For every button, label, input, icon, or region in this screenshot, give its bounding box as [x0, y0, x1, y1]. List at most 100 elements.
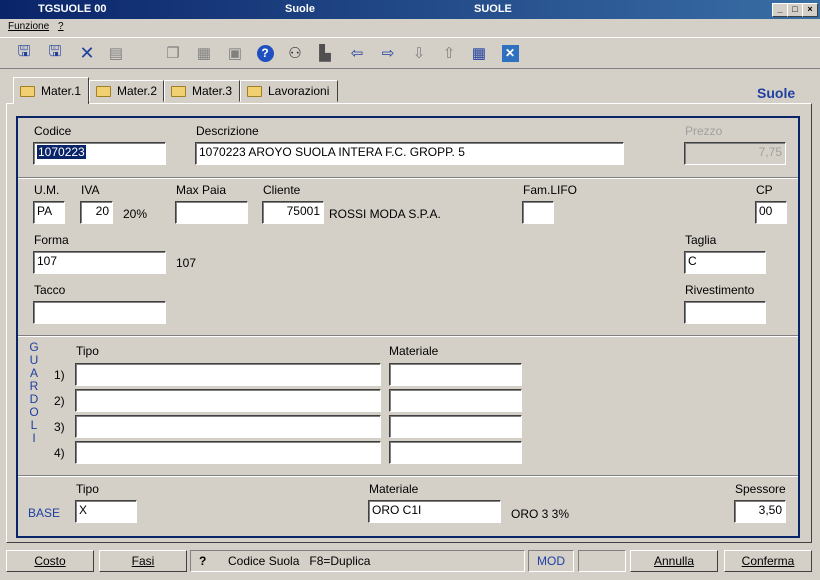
max-paia-label: Max Paia — [176, 183, 227, 197]
guardoli-row-number: 3) — [54, 420, 65, 434]
app-id: TGSUOLE 00 — [38, 3, 107, 15]
guardoli-tipo-field-4[interactable] — [75, 441, 381, 464]
tab-mater-1[interactable]: Mater.1 — [13, 77, 89, 104]
maximize-button[interactable]: □ — [787, 3, 803, 17]
guardoli-tipo-field-2[interactable] — [75, 389, 381, 412]
status-empty-box — [578, 550, 626, 572]
iva-field[interactable]: 20 — [80, 201, 113, 224]
max-paia-field[interactable] — [175, 201, 248, 224]
save-icon[interactable]: 🖫 — [13, 42, 35, 64]
taglia-field[interactable]: C — [684, 251, 766, 274]
guardoli-materiale-header: Materiale — [389, 344, 439, 358]
divider — [18, 475, 798, 477]
tab-mater-2[interactable]: Mater.2 — [89, 80, 164, 102]
tacco-field[interactable] — [33, 301, 166, 324]
guardoli-letter: I — [32, 431, 36, 445]
menu-bar: Funzione ? — [0, 19, 820, 35]
close-window-button[interactable]: × — [802, 3, 818, 17]
guardoli-row-number: 1) — [54, 368, 65, 382]
document-icon[interactable]: ▦ — [193, 42, 215, 64]
conferma-button[interactable]: Conferma — [724, 550, 812, 572]
base-materiale-description: ORO 3 3% — [511, 507, 570, 521]
status-message-box: ? Codice Suola F8=Duplica — [190, 550, 525, 572]
costo-button[interactable]: Costo — [6, 550, 94, 572]
spessore-label: Spessore — [735, 482, 786, 496]
guardoli-tipo-field-1[interactable] — [75, 363, 381, 386]
prezzo-field: 7,75 — [684, 142, 786, 165]
copy-icon[interactable]: ❐ — [162, 42, 184, 64]
um-label: U.M. — [34, 183, 60, 197]
status-message: Codice Suola F8=Duplica — [228, 554, 371, 568]
folder-icon — [96, 85, 111, 97]
prev-icon[interactable]: ⇦ — [346, 42, 368, 64]
mode-indicator: MOD — [528, 550, 574, 572]
base-tipo-field[interactable]: X — [75, 500, 137, 523]
descrizione-label: Descrizione — [196, 124, 259, 138]
fasi-button[interactable]: Fasi — [99, 550, 187, 572]
guardoli-materiale-field-1[interactable] — [389, 363, 522, 386]
base-materiale-field[interactable]: ORO C1I — [368, 500, 501, 523]
down-icon[interactable]: ⇩ — [408, 42, 430, 64]
title-bar: TGSUOLE 00 Suole SUOLE _ □ × — [0, 0, 820, 19]
cliente-field[interactable]: 75001 — [262, 201, 324, 224]
spessore-field[interactable]: 3,50 — [734, 500, 786, 523]
tab-lavorazioni[interactable]: Lavorazioni — [240, 80, 338, 102]
menu-funzione[interactable]: Funzione — [8, 21, 49, 32]
iva-label: IVA — [81, 183, 100, 197]
um-field[interactable]: PA — [33, 201, 65, 224]
window-subtitle: SUOLE — [474, 3, 512, 15]
guardoli-vertical-label: G U A R D O L I — [29, 341, 39, 445]
close-icon[interactable]: ✕ — [499, 42, 521, 64]
forma-description: 107 — [176, 256, 197, 270]
guardoli-materiale-field-4[interactable] — [389, 441, 522, 464]
export-icon[interactable]: ▣ — [224, 42, 246, 64]
forma-field[interactable]: 107 — [33, 251, 166, 274]
toolbar: 🖫 🖫 ✕ ▤ ❐ ▦ ▣ ? ⚇ ▙ ⇦ ⇨ ⇩ ⇧ ▦ ✕ — [0, 37, 820, 69]
fam-lifo-label: Fam.LIFO — [523, 183, 578, 197]
descrizione-field[interactable]: 1070223 AROYO SUOLA INTERA F.C. GROPP. 5 — [195, 142, 624, 165]
tab-mater-3[interactable]: Mater.3 — [164, 80, 240, 102]
iva-description: 20% — [123, 207, 148, 221]
calculator-icon[interactable]: ▦ — [468, 42, 490, 64]
folder-open-icon — [20, 85, 35, 97]
tab-label: Mater.3 — [192, 84, 233, 98]
guardoli-row-number: 4) — [54, 446, 65, 460]
cliente-description: ROSSI MODA S.P.A. — [329, 207, 441, 221]
help-icon[interactable]: ? — [254, 42, 276, 64]
cp-field[interactable]: 00 — [755, 201, 787, 224]
base-materiale-label: Materiale — [369, 482, 419, 496]
delete-icon[interactable]: ✕ — [76, 42, 98, 64]
cp-label: CP — [756, 183, 773, 197]
guardoli-materiale-field-2[interactable] — [389, 389, 522, 412]
minimize-button[interactable]: _ — [772, 3, 788, 17]
tab-label: Mater.2 — [117, 84, 158, 98]
next-icon[interactable]: ⇨ — [377, 42, 399, 64]
print-icon[interactable]: ▤ — [105, 42, 127, 64]
base-tipo-label: Tipo — [76, 482, 99, 496]
fam-lifo-field[interactable] — [522, 201, 554, 224]
cliente-label: Cliente — [263, 183, 301, 197]
guardoli-tipo-field-3[interactable] — [75, 415, 381, 438]
guardoli-materiale-field-3[interactable] — [389, 415, 522, 438]
tab-label: Lavorazioni — [268, 84, 330, 98]
up-icon[interactable]: ⇧ — [438, 42, 460, 64]
tacco-label: Tacco — [34, 283, 66, 297]
window-title: Suole — [285, 3, 315, 15]
rivestimento-label: Rivestimento — [685, 283, 755, 297]
base-label: BASE — [28, 506, 61, 520]
rivestimento-field[interactable] — [684, 301, 766, 324]
codice-label: Codice — [34, 124, 72, 138]
search-binoculars-icon[interactable]: ⚇ — [284, 42, 306, 64]
folder-icon — [171, 85, 186, 97]
guardoli-tipo-header: Tipo — [76, 344, 99, 358]
forma-label: Forma — [34, 233, 69, 247]
menu-help[interactable]: ? — [58, 21, 64, 32]
codice-value: 1070223 — [37, 145, 86, 159]
prezzo-label: Prezzo — [685, 124, 723, 138]
codice-field[interactable]: 1070223 — [33, 142, 166, 165]
help-marker: ? — [199, 554, 207, 568]
folder-icon — [247, 85, 262, 97]
save-new-icon[interactable]: 🖫 — [44, 42, 66, 64]
annulla-button[interactable]: Annulla — [630, 550, 718, 572]
filter-icon[interactable]: ▙ — [314, 42, 336, 64]
